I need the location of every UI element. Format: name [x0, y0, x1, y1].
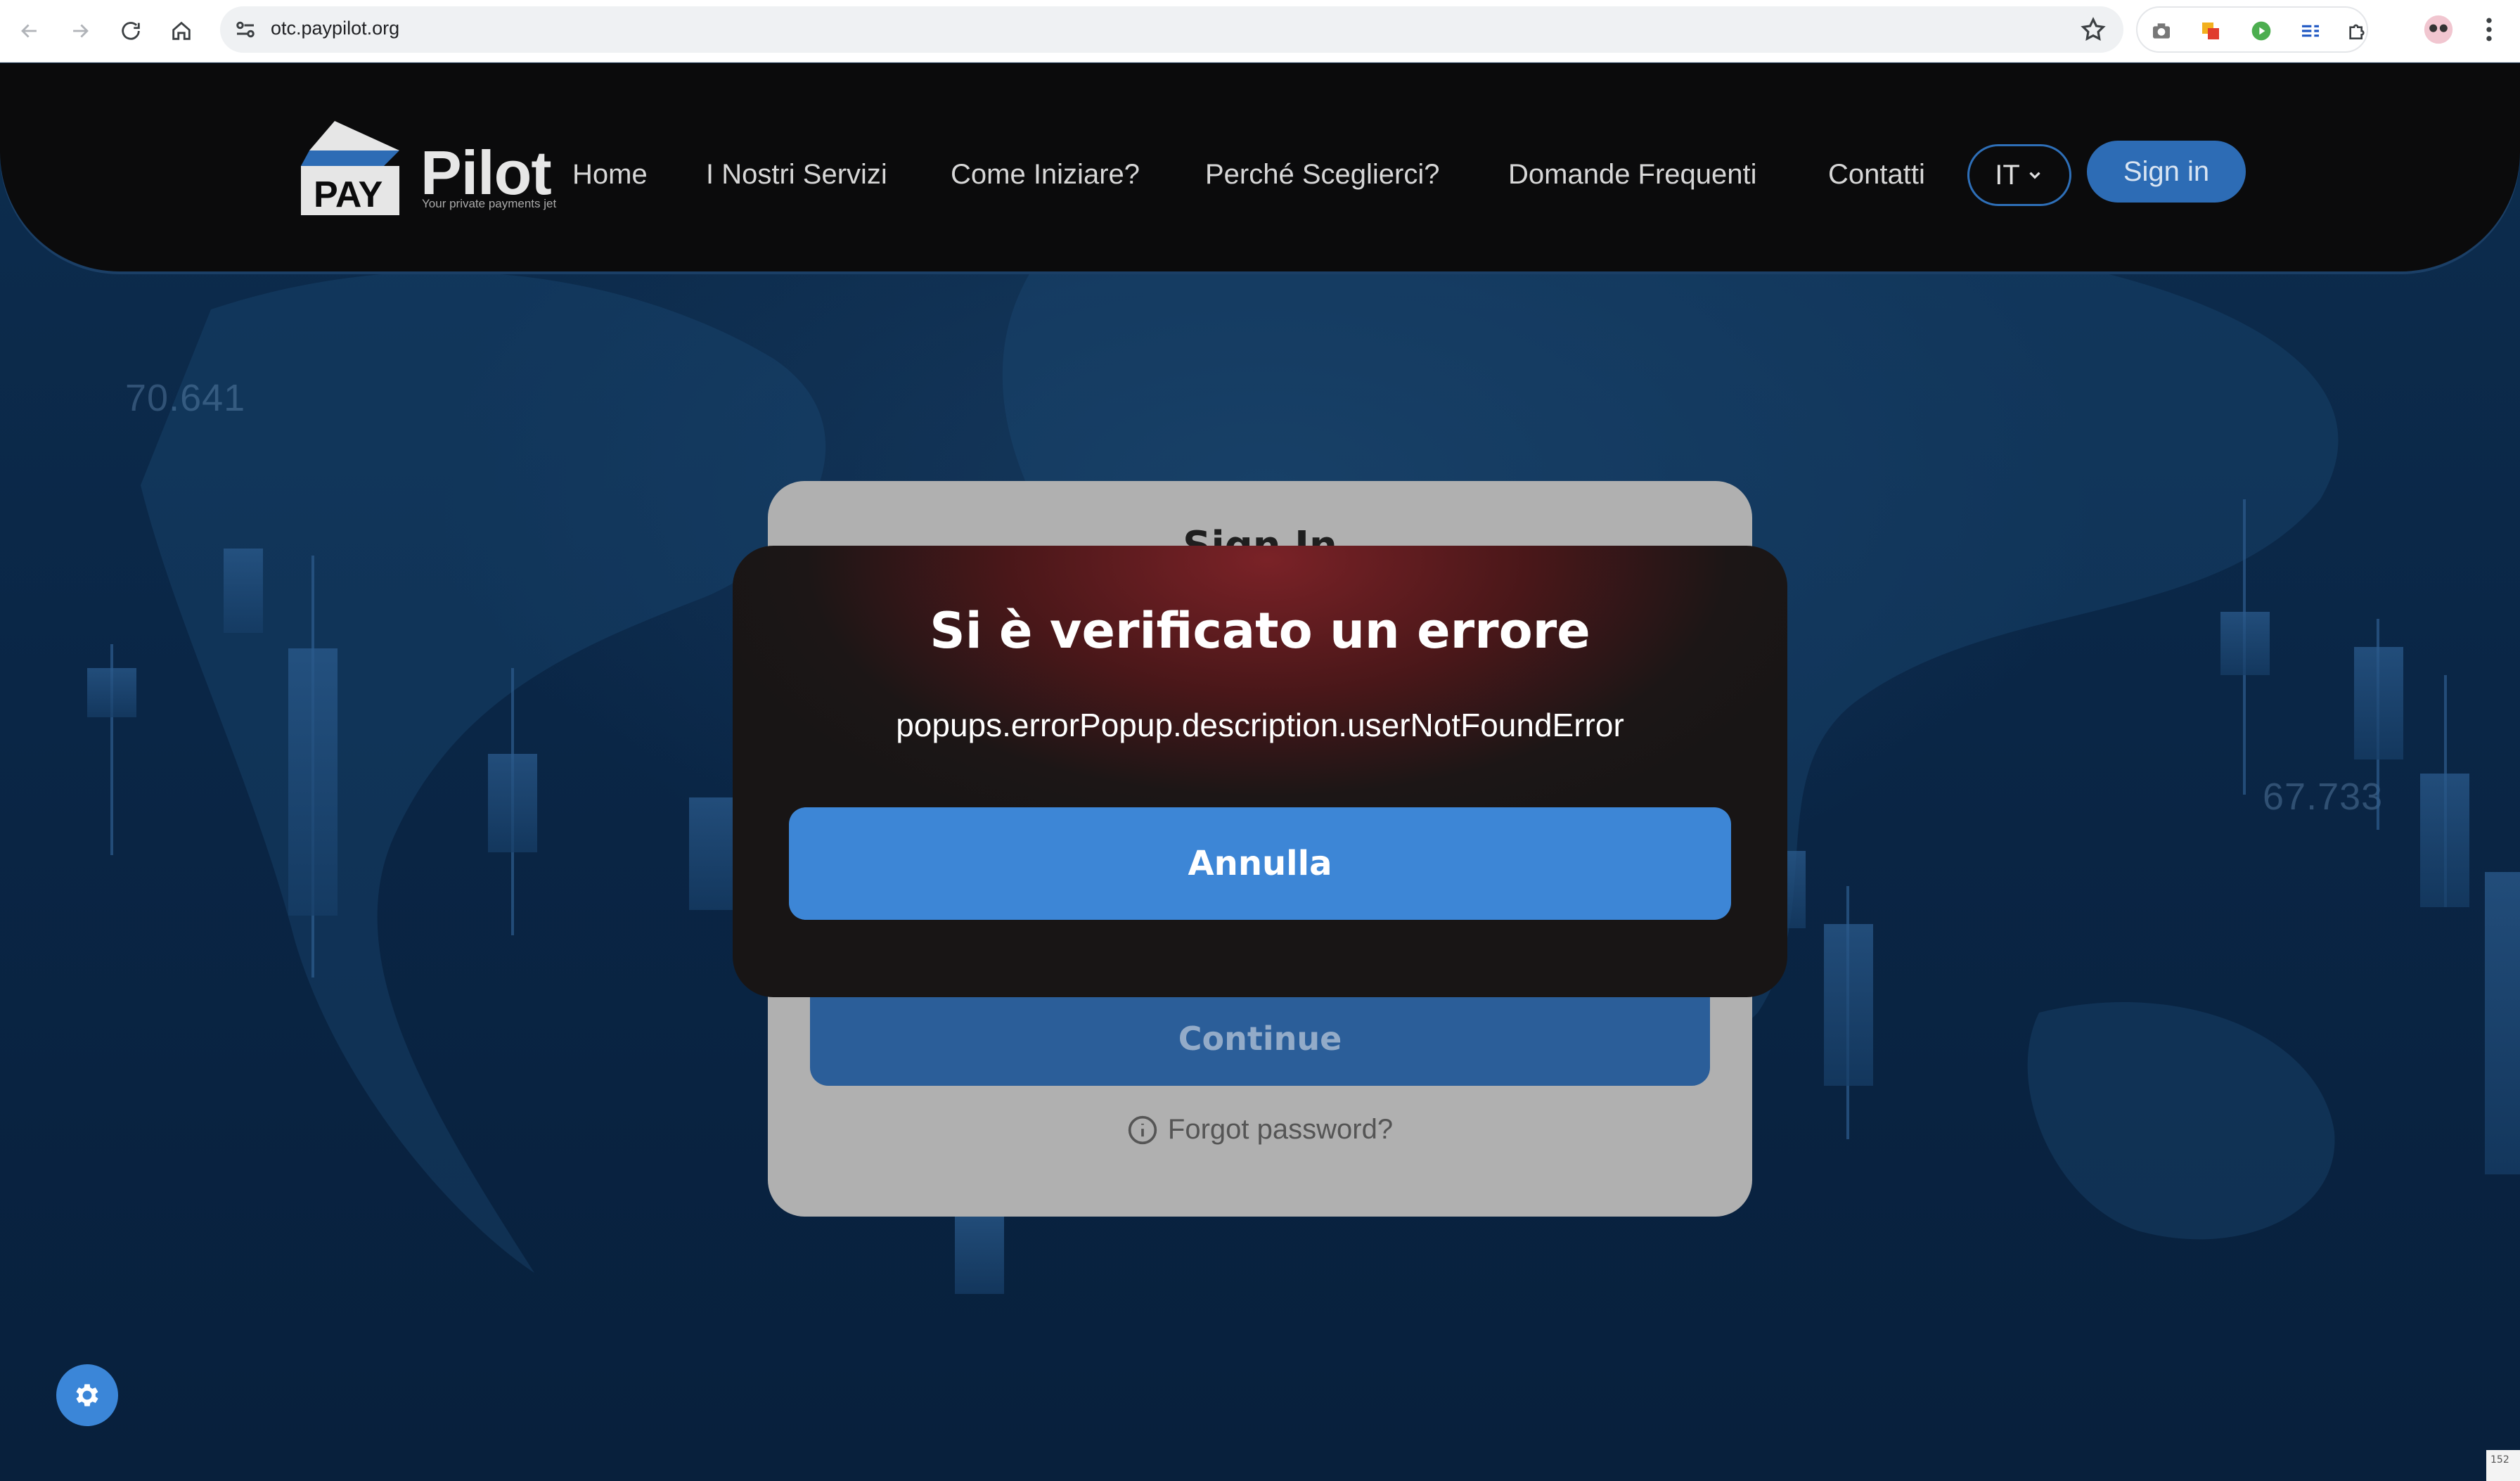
page-content: 70.641 67.733 PAY Pilot Your private pay…	[0, 63, 2520, 1481]
play-extension-icon[interactable]	[2250, 20, 2272, 42]
ticker-value-right: 67.733	[2263, 776, 2384, 818]
nav-contacts[interactable]: Contatti	[1828, 159, 1925, 191]
tab-manager-extension-icon[interactable]	[2299, 20, 2322, 42]
office-extension-icon[interactable]	[2199, 20, 2222, 42]
candle	[2485, 872, 2520, 1174]
candle	[288, 648, 338, 916]
address-bar[interactable]: otc.paypilot.org	[220, 6, 2123, 53]
candle	[2354, 647, 2403, 759]
forgot-password-label: Forgot password?	[1167, 1114, 1394, 1145]
browser-toolbar: otc.paypilot.org	[0, 0, 2520, 63]
error-popup: Si è verificato un errore popups.errorPo…	[733, 546, 1787, 997]
header-signin-button[interactable]: Sign in	[2087, 141, 2246, 203]
logo-badge-text: PAY	[314, 174, 382, 215]
reload-icon	[122, 22, 140, 40]
candle	[488, 754, 537, 852]
profile-avatar-icon[interactable]	[2423, 14, 2454, 45]
site-settings-icon[interactable]	[233, 17, 258, 42]
nav-getting-started[interactable]: Come Iniziare?	[951, 159, 1140, 191]
nav-why-us[interactable]: Perché Sceglierci?	[1205, 159, 1440, 191]
candle	[1824, 924, 1873, 1086]
forgot-password-link[interactable]: Forgot password?	[768, 1114, 1752, 1146]
nav-home[interactable]: Home	[572, 159, 648, 191]
error-popup-description: popups.errorPopup.description.userNotFou…	[896, 707, 1624, 743]
nav-services[interactable]: I Nostri Servizi	[706, 159, 887, 191]
candle	[87, 668, 136, 717]
forward-button[interactable]	[65, 15, 96, 46]
corner-indicator: 152	[2486, 1450, 2520, 1481]
candle	[689, 797, 733, 910]
candle	[2220, 612, 2270, 675]
arrow-right-icon	[73, 24, 89, 38]
camera-extension-icon[interactable]	[2150, 20, 2173, 42]
gear-icon	[76, 1384, 98, 1406]
candle	[1786, 851, 1806, 928]
arrow-left-icon	[21, 24, 37, 38]
reload-button[interactable]	[115, 15, 146, 46]
url-text[interactable]: otc.paypilot.org	[271, 18, 399, 39]
candle	[224, 549, 263, 633]
cancel-button[interactable]: Annulla	[789, 807, 1731, 920]
star-icon[interactable]	[2080, 16, 2107, 43]
home-icon	[172, 21, 191, 40]
settings-button[interactable]	[56, 1364, 118, 1426]
home-button[interactable]	[166, 15, 197, 46]
language-label: IT	[1995, 159, 2020, 191]
puzzle-extensions-icon[interactable]	[2346, 20, 2368, 42]
info-icon	[1128, 1115, 1157, 1144]
nav-faq[interactable]: Domande Frequenti	[1508, 159, 1757, 191]
chevron-down-icon	[2029, 172, 2040, 179]
site-header: PAY Pilot Your private payments jet Home…	[0, 63, 2520, 271]
candle	[2420, 774, 2469, 907]
logo-tagline: Your private payments jet	[422, 197, 557, 210]
candle	[955, 1217, 1004, 1294]
ticker-value-left: 70.641	[125, 377, 246, 419]
language-selector[interactable]: IT	[1967, 144, 2071, 206]
back-button[interactable]	[14, 15, 45, 46]
more-vert-icon[interactable]	[2474, 14, 2505, 45]
error-popup-title: Si è verificato un errore	[930, 602, 1590, 660]
extensions-bar	[2136, 6, 2368, 53]
